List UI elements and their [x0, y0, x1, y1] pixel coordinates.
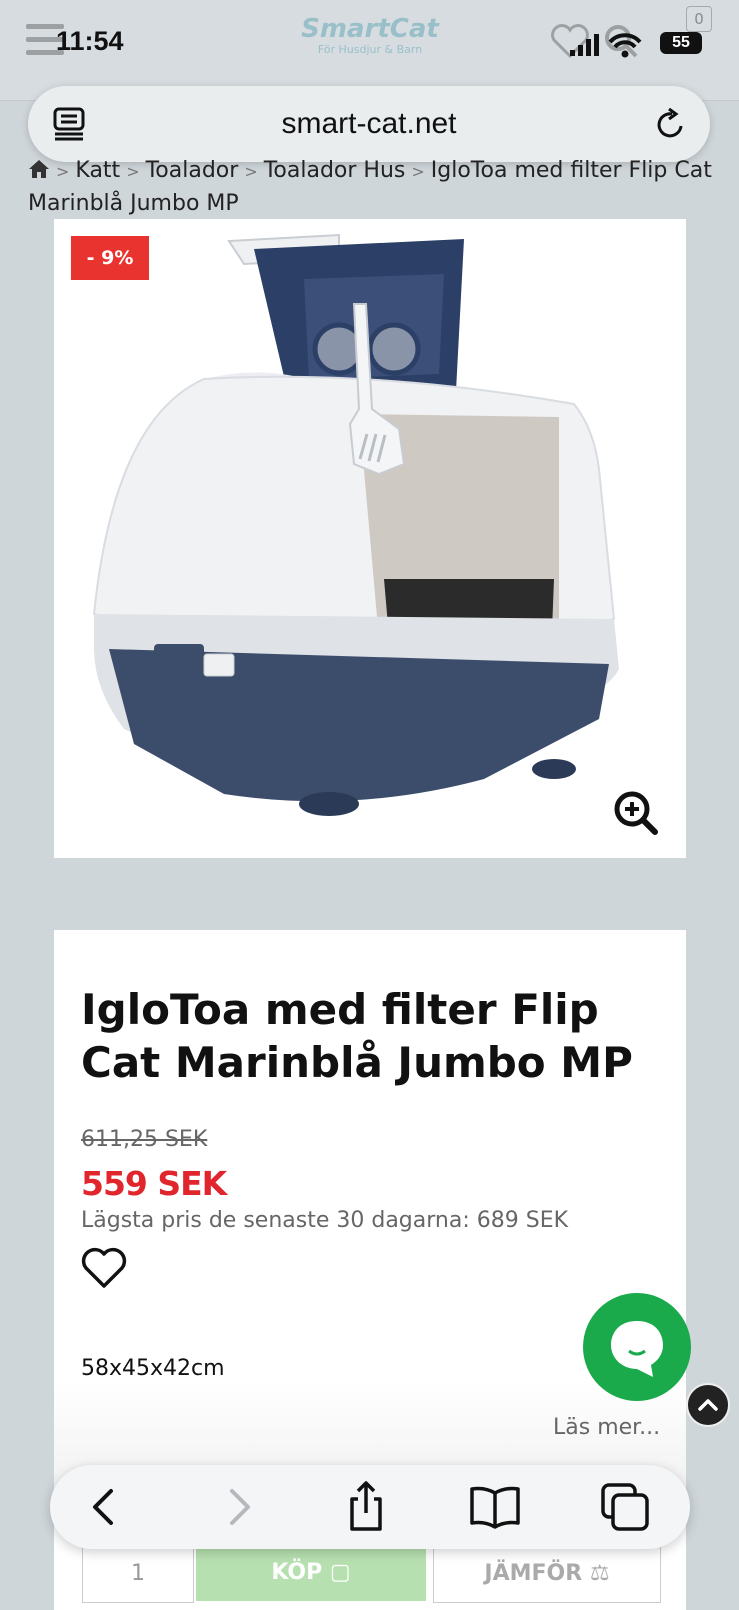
breadcrumb-item-toalador[interactable]: Toalador [146, 158, 239, 183]
site-logo[interactable]: SmartCat För Husdjur & Barn [290, 14, 450, 64]
cart-count[interactable]: 0 [686, 6, 712, 32]
basket-icon: ▢ [329, 1560, 351, 1585]
scroll-to-top-button[interactable] [686, 1383, 730, 1427]
signal-icon [570, 34, 599, 56]
current-price: 559 SEK [81, 1164, 227, 1203]
product-title: IgloToa med filter Flip Cat Marinblå Jum… [81, 985, 633, 1087]
breadcrumb-separator: > [411, 162, 425, 181]
chat-icon [611, 1321, 663, 1377]
lowest-price-label: Lägsta pris de senaste 30 dagarna: [81, 1208, 470, 1233]
buy-label: KÖP [271, 1560, 323, 1585]
product-image[interactable] [54, 219, 686, 858]
buy-button[interactable]: KÖP ▢ [196, 1545, 426, 1601]
product-dimensions: 58x45x42cm [81, 1356, 225, 1381]
reader-icon[interactable] [52, 106, 88, 142]
url-bar[interactable]: smart-cat.net [28, 86, 710, 162]
logo-tagline: För Husdjur & Barn [317, 43, 423, 56]
read-more-link[interactable]: Läs mer... [553, 1415, 660, 1440]
back-icon[interactable] [75, 1477, 135, 1537]
scale-icon: ⚖ [589, 1561, 610, 1586]
zoom-in-icon[interactable] [613, 790, 659, 836]
forward-icon[interactable] [208, 1477, 268, 1537]
compare-label: JÄMFÖR [484, 1561, 583, 1586]
tabs-icon[interactable] [595, 1477, 655, 1537]
url-text[interactable]: smart-cat.net [28, 86, 710, 162]
breadcrumb: > Katt > Toalador > Toalador Hus > IgloToa med … [28, 155, 718, 220]
lowest-price-value: 689 SEK [476, 1208, 569, 1233]
compare-button[interactable]: JÄMFÖR ⚖ [433, 1545, 661, 1603]
breadcrumb-separator: > [126, 162, 140, 181]
battery-indicator: 55 [660, 32, 702, 54]
chevron-up-icon [698, 1399, 718, 1411]
status-time: 11:54 [56, 26, 124, 56]
product-image-card[interactable] [54, 219, 686, 858]
breadcrumb-separator: > [244, 162, 258, 181]
breadcrumb-item-toalador-hus[interactable]: Toalador Hus [264, 158, 406, 183]
heart-icon[interactable] [80, 1246, 128, 1290]
breadcrumb-item-katt[interactable]: Katt [75, 158, 120, 183]
reload-icon[interactable] [652, 106, 688, 142]
quantity-input[interactable]: 1 [82, 1545, 194, 1603]
logo-name: SmartCat [301, 14, 439, 44]
chat-button[interactable] [583, 1293, 691, 1401]
bookmarks-icon[interactable] [465, 1477, 525, 1537]
lowest-price-note: Lägsta pris de senaste 30 dagarna: 689 S… [81, 1208, 568, 1233]
share-icon[interactable] [336, 1477, 396, 1537]
old-price: 611,25 SEK [81, 1127, 208, 1152]
home-icon[interactable] [28, 159, 50, 179]
discount-badge: - 9% [71, 236, 149, 280]
breadcrumb-separator: > [56, 162, 70, 181]
